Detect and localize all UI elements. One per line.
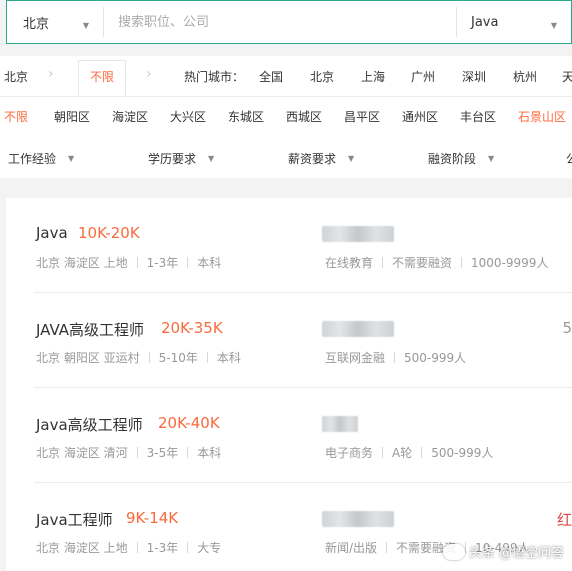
job-meta: 北京 朝阳区 亚运村 5-10年 本科 bbox=[36, 349, 241, 366]
district-filter-row: 不限 朝阳区 海淀区 大兴区 东城区 西城区 昌平区 通州区 丰台区 石景山区 bbox=[0, 96, 572, 136]
job-meta: 北京 海淀区 上地 1-3年 大专 bbox=[36, 539, 221, 556]
company-size-dropdown[interactable]: 公 bbox=[566, 150, 572, 167]
job-meta: 北京 海淀区 上地 1-3年 本科 bbox=[36, 254, 221, 271]
company-size: 500-999人 bbox=[404, 351, 467, 365]
job-title[interactable]: JAVA高级工程师 bbox=[36, 319, 144, 340]
company-name-blurred[interactable] bbox=[322, 511, 394, 527]
hot-city-beijing[interactable]: 北京 bbox=[310, 68, 334, 85]
city-unlimited-tab[interactable]: 不限 bbox=[78, 60, 126, 96]
job-title[interactable]: Java工程师 bbox=[36, 509, 113, 530]
district-dongcheng[interactable]: 东城区 bbox=[228, 108, 264, 125]
company-size: 500-999人 bbox=[431, 446, 494, 460]
watermark-text: 头条 @悟空问答 bbox=[468, 546, 564, 561]
hot-cities-label: 热门城市： bbox=[184, 70, 245, 84]
edge-fragment: 红 bbox=[556, 511, 572, 529]
job-type-dropdown[interactable]: Java ▼ bbox=[457, 1, 571, 43]
job-list: Java 10K-20K 北京 海淀区 上地 1-3年 本科 在线教育 不需要融资 10… bbox=[6, 198, 572, 571]
district-changping[interactable]: 昌平区 bbox=[344, 108, 380, 125]
district-haidian[interactable]: 海淀区 bbox=[112, 108, 148, 125]
company-size: 1000-9999人 bbox=[471, 256, 549, 270]
district-daxing[interactable]: 大兴区 bbox=[170, 108, 206, 125]
company-name-blurred[interactable] bbox=[322, 321, 394, 337]
company-meta: 互联网金融 500-999人 bbox=[325, 349, 466, 366]
city-dropdown[interactable]: 北京 ▼ bbox=[7, 1, 103, 43]
option-filter-row: 工作经验 ▼ 学历要求 ▼ 薪资要求 ▼ 融资阶段 ▼ 公 bbox=[0, 138, 572, 178]
hot-city-quanguo[interactable]: 全国 bbox=[259, 68, 283, 85]
funding-label: 融资阶段 bbox=[428, 152, 477, 166]
company-industry: 在线教育 bbox=[325, 256, 374, 270]
city-dropdown-value: 北京 bbox=[23, 16, 50, 32]
job-location: 北京 朝阳区 亚运村 bbox=[36, 351, 140, 365]
chevron-down-icon: ▼ bbox=[488, 154, 495, 163]
company-size-label: 公 bbox=[566, 152, 572, 166]
search-bar: 北京 ▼ Java ▼ bbox=[6, 0, 572, 44]
filter-panel: 北京 › 不限 › 热门城市： 全国 北京 上海 广州 深圳 杭州 天 不限 朝… bbox=[0, 56, 572, 178]
job-education: 本科 bbox=[197, 256, 222, 270]
chevron-down-icon: ▼ bbox=[208, 154, 215, 163]
experience-label: 工作经验 bbox=[8, 152, 57, 166]
job-card[interactable]: Java高级工程师 20K-40K 北京 海淀区 清河 3-5年 本科 电子商务 A轮… bbox=[6, 388, 572, 483]
salary-dropdown[interactable]: 薪资要求 ▼ bbox=[288, 150, 354, 167]
job-location: 北京 海淀区 上地 bbox=[36, 541, 128, 555]
district-fengtai[interactable]: 丰台区 bbox=[460, 108, 496, 125]
job-education: 本科 bbox=[216, 351, 241, 365]
job-experience: 1-3年 bbox=[146, 541, 179, 555]
hot-city-tianjin[interactable]: 天 bbox=[562, 68, 572, 85]
edge-fragment: 5 bbox=[562, 319, 572, 337]
company-industry: 互联网金融 bbox=[325, 351, 386, 365]
chevron-right-icon: › bbox=[146, 66, 152, 82]
job-experience: 1-3年 bbox=[146, 256, 179, 270]
job-title[interactable]: Java bbox=[36, 224, 68, 242]
job-card[interactable]: Java 10K-20K 北京 海淀区 上地 1-3年 本科 在线教育 不需要融资 10… bbox=[6, 198, 572, 293]
job-location: 北京 海淀区 清河 bbox=[36, 446, 128, 460]
chevron-down-icon: ▼ bbox=[550, 21, 557, 30]
chevron-down-icon: ▼ bbox=[68, 154, 75, 163]
chevron-right-icon: › bbox=[48, 66, 54, 82]
job-salary: 20K-35K bbox=[161, 319, 223, 337]
job-salary: 9K-14K bbox=[126, 509, 179, 527]
job-location: 北京 海淀区 上地 bbox=[36, 256, 128, 270]
job-education: 大专 bbox=[197, 541, 222, 555]
city-filter-row: 北京 › 不限 › 热门城市： 全国 北京 上海 广州 深圳 杭州 天 bbox=[0, 56, 572, 96]
hot-city-hangzhou[interactable]: 杭州 bbox=[513, 68, 537, 85]
company-name-blurred[interactable] bbox=[322, 226, 394, 242]
search-input[interactable] bbox=[104, 1, 456, 43]
hot-city-shanghai[interactable]: 上海 bbox=[361, 68, 385, 85]
job-title[interactable]: Java高级工程师 bbox=[36, 414, 143, 435]
experience-dropdown[interactable]: 工作经验 ▼ bbox=[8, 150, 74, 167]
company-funding: A轮 bbox=[392, 446, 413, 460]
current-city[interactable]: 北京 bbox=[4, 68, 28, 85]
company-funding: 不需要融资 bbox=[392, 256, 453, 270]
job-salary: 10K-20K bbox=[78, 224, 140, 242]
chevron-down-icon: ▼ bbox=[348, 154, 355, 163]
company-meta: 电子商务 A轮 500-999人 bbox=[325, 444, 493, 461]
job-experience: 3-5年 bbox=[146, 446, 179, 460]
watermark-logo-icon bbox=[442, 543, 465, 560]
job-education: 本科 bbox=[197, 446, 222, 460]
chevron-down-icon: ▼ bbox=[82, 21, 89, 30]
education-label: 学历要求 bbox=[148, 152, 197, 166]
hot-city-shenzhen[interactable]: 深圳 bbox=[462, 68, 486, 85]
watermark: 头条 @悟空问答 bbox=[442, 542, 564, 561]
company-industry: 电子商务 bbox=[325, 446, 374, 460]
district-shijingshan[interactable]: 石景山区 bbox=[518, 108, 566, 125]
job-salary: 20K-40K bbox=[158, 414, 220, 432]
company-meta: 在线教育 不需要融资 1000-9999人 bbox=[325, 254, 548, 271]
education-dropdown[interactable]: 学历要求 ▼ bbox=[148, 150, 214, 167]
job-experience: 5-10年 bbox=[158, 351, 198, 365]
job-card[interactable]: JAVA高级工程师 20K-35K 北京 朝阳区 亚运村 5-10年 本科 互联网金… bbox=[6, 293, 572, 388]
hot-city-guangzhou[interactable]: 广州 bbox=[411, 68, 435, 85]
district-xicheng[interactable]: 西城区 bbox=[286, 108, 322, 125]
funding-dropdown[interactable]: 融资阶段 ▼ bbox=[428, 150, 494, 167]
job-meta: 北京 海淀区 清河 3-5年 本科 bbox=[36, 444, 221, 461]
district-unlimited[interactable]: 不限 bbox=[4, 108, 28, 125]
job-type-dropdown-value: Java bbox=[471, 14, 499, 30]
district-chaoyang[interactable]: 朝阳区 bbox=[54, 108, 90, 125]
company-name-blurred[interactable] bbox=[322, 416, 358, 432]
salary-label: 薪资要求 bbox=[288, 152, 337, 166]
company-industry: 新闻/出版 bbox=[325, 541, 378, 555]
district-tongzhou[interactable]: 通州区 bbox=[402, 108, 438, 125]
